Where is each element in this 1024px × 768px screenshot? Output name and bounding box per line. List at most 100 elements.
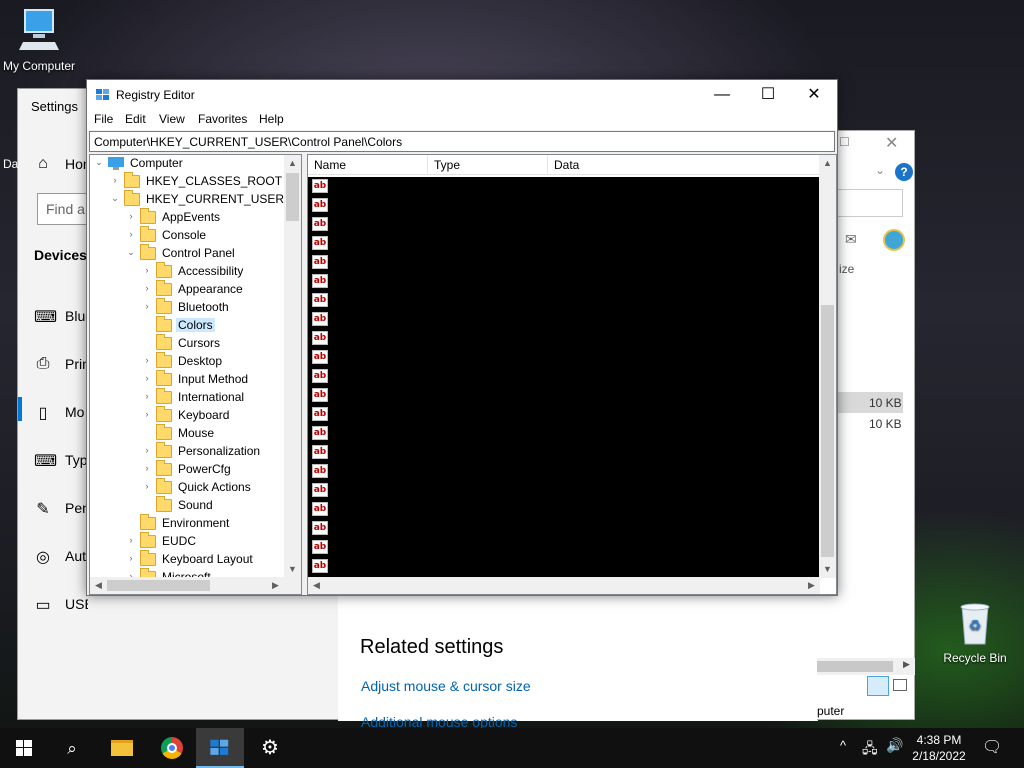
string-value-icon[interactable]: ab [312,540,328,554]
globe-icon[interactable] [883,229,905,251]
chevron-down-icon[interactable]: ⌄ [875,163,885,177]
values-list-body[interactable]: ab ab ab ab ab ab ab ab ab ab ab ab ab ab ab ab ab ab ab ab… [308,177,820,577]
string-value-icon[interactable]: ab [312,331,328,345]
expand-icon[interactable]: › [126,553,136,563]
string-value-icon[interactable]: ab [312,464,328,478]
collapse-icon[interactable]: ⌄ [110,193,120,204]
scroll-thumb[interactable] [821,305,834,557]
string-value-icon[interactable]: ab [312,255,328,269]
tree-vertical-scrollbar[interactable]: ▲ ▼ [284,155,301,578]
string-value-icon[interactable]: ab [312,559,328,573]
close-icon[interactable]: ✕ [885,133,898,153]
scroll-right-arrow[interactable]: ▶ [903,659,910,670]
scroll-right-arrow[interactable]: ▶ [267,577,284,594]
column-separator[interactable] [547,155,548,175]
expand-icon[interactable]: › [142,301,152,311]
settings-nav-mouse[interactable]: ▯ Mo [18,399,88,429]
string-value-icon[interactable]: ab [312,407,328,421]
menu-edit[interactable]: Edit [125,112,146,126]
notifications-icon[interactable]: 🗨 [982,737,1002,757]
scroll-thumb[interactable] [325,580,803,591]
string-value-icon[interactable]: ab [312,502,328,516]
string-value-icon[interactable]: ab [312,312,328,326]
horizontal-scrollbar[interactable]: ▶ [817,658,915,675]
clock[interactable]: 4:38 PM 2/18/2022 [910,732,968,764]
scroll-thumb[interactable] [107,580,210,591]
string-value-icon[interactable]: ab [312,217,328,231]
expand-icon[interactable]: › [126,211,136,221]
string-value-icon[interactable]: ab [312,445,328,459]
settings-nav-bluetooth[interactable]: ⌨ Blue [18,303,88,333]
values-list[interactable]: Name Type Data ab ab ab ab ab ab ab ab ab ab ab ab a… [307,154,837,595]
scroll-up-arrow[interactable]: ▲ [284,155,301,172]
string-value-icon[interactable]: ab [312,388,328,402]
string-value-icon[interactable]: ab [312,521,328,535]
settings-taskbar-button[interactable]: ⚙ [246,728,294,768]
size-column-header[interactable]: ize [839,262,854,276]
scroll-left-arrow[interactable]: ◀ [308,577,325,594]
expand-icon[interactable]: › [142,481,152,491]
menu-favorites[interactable]: Favorites [198,112,247,126]
settings-nav-printers[interactable]: ⎙ Prin [18,351,88,381]
string-value-icon[interactable]: ab [312,426,328,440]
search-button[interactable]: ⌕ [48,728,96,768]
menu-view[interactable]: View [159,112,185,126]
maximize-button[interactable]: ☐ [745,80,791,110]
menu-file[interactable]: File [94,112,113,126]
expand-icon[interactable]: › [142,373,152,383]
values-horizontal-scrollbar[interactable]: ◀ ▶ [308,577,820,594]
tree-horizontal-scrollbar[interactable]: ◀ ▶ [90,577,301,594]
string-value-icon[interactable]: ab [312,350,328,364]
file-explorer-taskbar-button[interactable] [98,728,146,768]
settings-nav-home[interactable]: ⌂ Hon [18,151,88,181]
start-button[interactable] [0,728,48,768]
settings-nav-usb[interactable]: ▭ USB [18,591,88,621]
key-tree[interactable]: ⌄ Computer › HKEY_CLASSES_ROOT ⌄ HKEY_CU… [89,154,302,595]
string-value-icon[interactable]: ab [312,198,328,212]
expand-icon[interactable]: › [142,445,152,455]
scroll-down-arrow[interactable]: ▼ [284,561,301,578]
expand-icon[interactable]: › [126,229,136,239]
scroll-down-arrow[interactable]: ▼ [819,561,836,578]
expand-icon[interactable]: › [142,355,152,365]
scroll-thumb[interactable] [286,173,299,221]
volume-icon[interactable]: 🔊 [886,737,903,754]
expand-icon[interactable]: › [142,283,152,293]
scroll-left-arrow[interactable]: ◀ [90,577,107,594]
expand-icon[interactable]: › [110,175,120,185]
collapse-icon[interactable]: ⌄ [94,157,104,168]
network-icon[interactable]: 🖧 [862,738,878,762]
adjust-mouse-link[interactable]: Adjust mouse & cursor size [361,678,531,694]
string-value-icon[interactable]: ab [312,369,328,383]
column-separator[interactable] [427,155,428,175]
settings-nav-pen[interactable]: ✎ Pen [18,495,88,525]
settings-nav-typing[interactable]: ⌨ Typ [18,447,88,477]
close-button[interactable]: ✕ [791,80,837,110]
string-value-icon[interactable]: ab [312,483,328,497]
expand-icon[interactable]: › [142,409,152,419]
scroll-up-arrow[interactable]: ▲ [819,155,836,172]
help-icon[interactable]: ? [895,163,913,181]
desktop-icon-recycle-bin[interactable]: ♻ Recycle Bin [930,600,1020,665]
large-icons-view-button[interactable] [893,679,907,691]
scroll-thumb[interactable] [817,661,893,672]
details-view-button[interactable] [867,676,889,696]
expand-icon[interactable]: › [142,265,152,275]
chrome-taskbar-button[interactable] [148,728,196,768]
minimize-fragment-icon[interactable]: ☐ [839,135,850,149]
column-header-data[interactable]: Data [554,158,579,172]
settings-search-input[interactable]: Find a [37,193,87,225]
scroll-right-arrow[interactable]: ▶ [803,577,820,594]
expand-icon[interactable]: › [142,463,152,473]
expand-icon[interactable]: › [142,391,152,401]
title-bar[interactable]: Registry Editor — ☐ ✕ [87,80,837,110]
string-value-icon[interactable]: ab [312,179,328,193]
expand-icon[interactable]: › [126,535,136,545]
desktop-icon-my-computer[interactable]: My Computer [0,8,84,73]
collapse-icon[interactable]: ⌄ [126,247,136,258]
settings-nav-autoplay[interactable]: ◎ Aut [18,543,88,573]
column-header-type[interactable]: Type [434,158,460,172]
string-value-icon[interactable]: ab [312,293,328,307]
string-value-icon[interactable]: ab [312,236,328,250]
mail-icon[interactable]: ✉ [845,231,857,248]
